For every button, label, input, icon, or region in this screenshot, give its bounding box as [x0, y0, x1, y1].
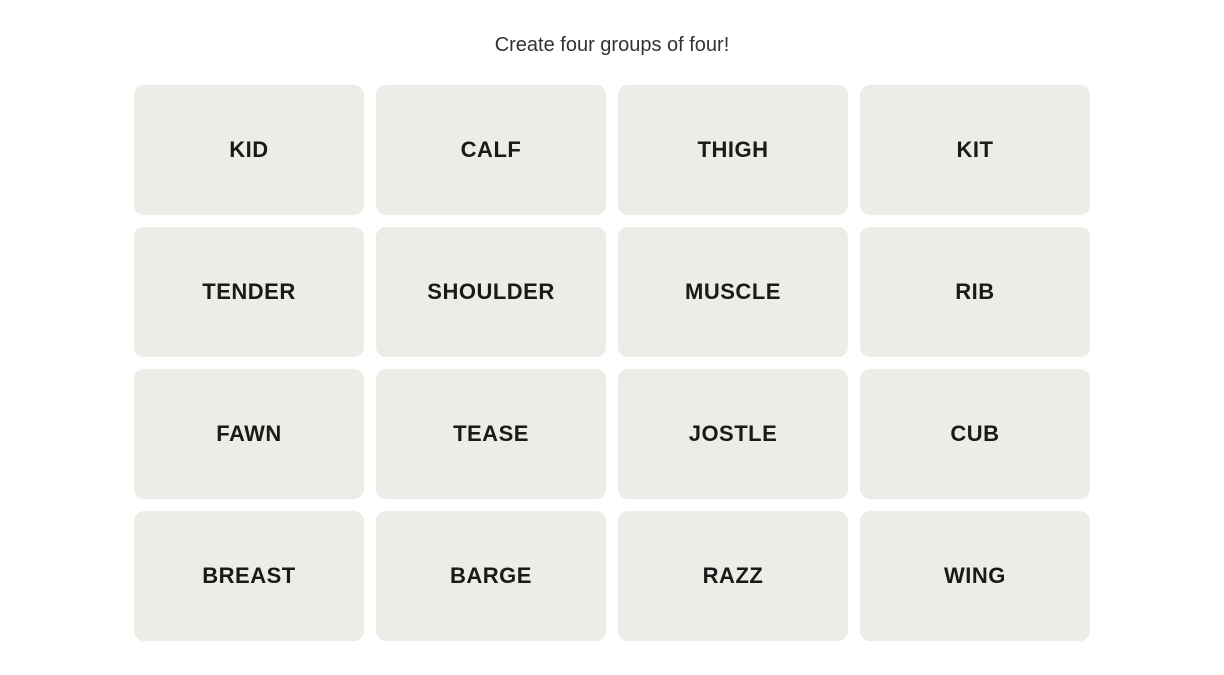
- tile-label-breast: BREAST: [202, 563, 295, 589]
- tile-label-tender: TENDER: [202, 279, 295, 305]
- tile-label-kit: KIT: [957, 137, 994, 163]
- tile-fawn[interactable]: FAWN: [134, 369, 364, 499]
- tile-label-fawn: FAWN: [216, 421, 282, 447]
- tile-thigh[interactable]: THIGH: [618, 85, 848, 215]
- tile-label-cub: CUB: [950, 421, 999, 447]
- tile-label-thigh: THIGH: [698, 137, 769, 163]
- tile-tender[interactable]: TENDER: [134, 227, 364, 357]
- tile-tease[interactable]: TEASE: [376, 369, 606, 499]
- tile-barge[interactable]: BARGE: [376, 511, 606, 641]
- tile-label-barge: BARGE: [450, 563, 532, 589]
- instruction-text: Create four groups of four!: [495, 34, 730, 57]
- tile-label-tease: TEASE: [453, 421, 529, 447]
- tile-label-razz: RAZZ: [703, 563, 764, 589]
- word-grid: KID CALF THIGH KIT TENDER SHOULDER MUSCLE RIB FA…: [134, 85, 1090, 641]
- tile-muscle[interactable]: MUSCLE: [618, 227, 848, 357]
- tile-label-muscle: MUSCLE: [685, 279, 781, 305]
- tile-label-kid: KID: [229, 137, 268, 163]
- tile-wing[interactable]: WING: [860, 511, 1090, 641]
- tile-kid[interactable]: KID: [134, 85, 364, 215]
- tile-breast[interactable]: BREAST: [134, 511, 364, 641]
- tile-jostle[interactable]: JOSTLE: [618, 369, 848, 499]
- tile-razz[interactable]: RAZZ: [618, 511, 848, 641]
- tile-label-rib: RIB: [955, 279, 994, 305]
- tile-kit[interactable]: KIT: [860, 85, 1090, 215]
- tile-label-calf: CALF: [461, 137, 522, 163]
- tile-label-wing: WING: [944, 563, 1006, 589]
- tile-label-jostle: JOSTLE: [689, 421, 778, 447]
- tile-rib[interactable]: RIB: [860, 227, 1090, 357]
- tile-shoulder[interactable]: SHOULDER: [376, 227, 606, 357]
- tile-cub[interactable]: CUB: [860, 369, 1090, 499]
- tile-calf[interactable]: CALF: [376, 85, 606, 215]
- tile-label-shoulder: SHOULDER: [427, 279, 554, 305]
